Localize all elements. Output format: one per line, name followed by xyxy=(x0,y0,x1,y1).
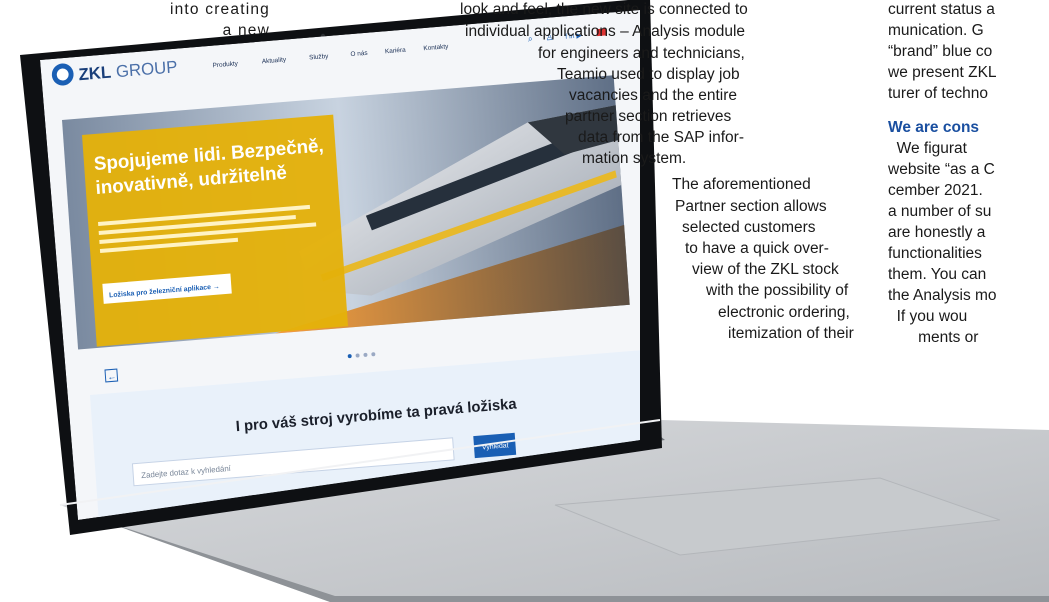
article-text-line: itemization of their xyxy=(728,325,854,342)
article-text-line: The aforementioned xyxy=(672,176,811,193)
article-text-line: electronic ordering, xyxy=(718,304,850,321)
article-text-line: view of the ZKL stock xyxy=(692,261,839,278)
article-text-line: for engineers and technicians, xyxy=(538,45,745,62)
logo-text: ZKL xyxy=(78,63,112,85)
article-text-line: look and feel, the new site is connected… xyxy=(460,1,748,18)
laptop-illustration: ZKL GROUP Produkty Aktuality Služby O nás Ka… xyxy=(20,0,1049,602)
article-text-line: mation system. xyxy=(582,150,687,167)
article-text-line: individual applications – Analysis modul… xyxy=(465,23,746,40)
article-text-line: partner section retrieves xyxy=(565,108,732,125)
arrow-left-icon: ← xyxy=(107,371,117,382)
article-text-line: to have a quick over- xyxy=(685,240,829,257)
article-text-line: selected customers xyxy=(682,219,816,236)
article-text-line: Partner section allows xyxy=(675,198,827,215)
article-text-line: with the possibility of xyxy=(706,282,849,299)
article-text-line: vacancies and the entire xyxy=(569,87,738,104)
nav-item[interactable]: O nás xyxy=(350,50,368,58)
article-text-line: data from the SAP infor- xyxy=(578,129,744,146)
article-text-line: Teamio used to display job xyxy=(557,66,740,83)
